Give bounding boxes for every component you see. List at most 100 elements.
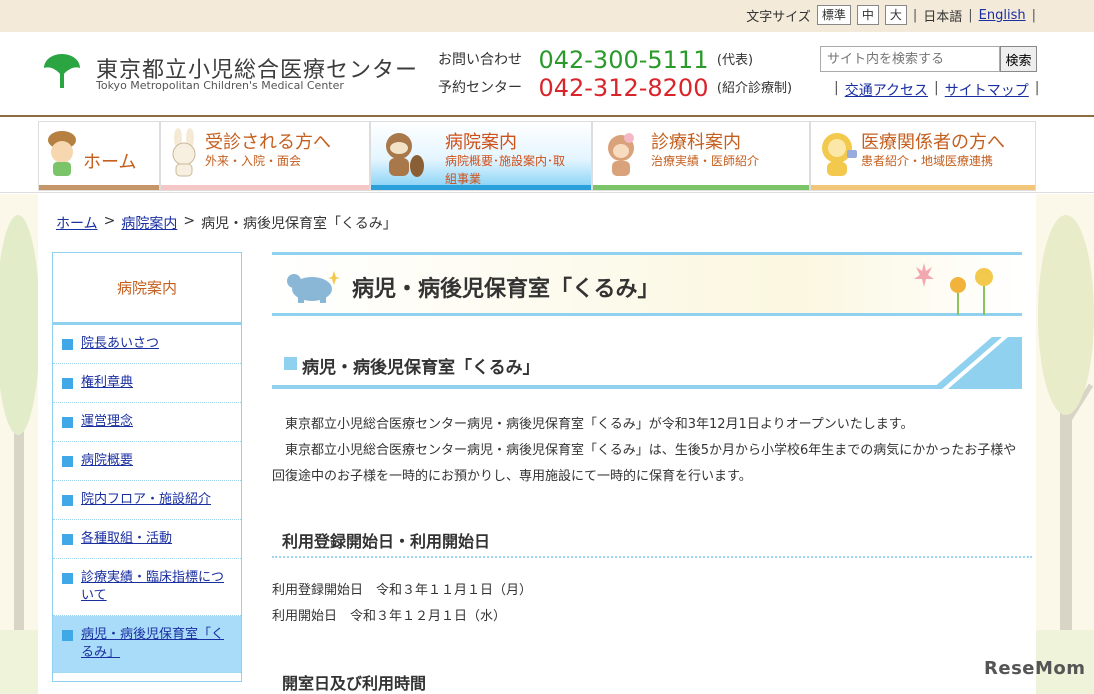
bullet-square-icon: [62, 495, 73, 506]
contact-reservation-note: (紹介診療制): [716, 81, 793, 96]
lion-character-icon: [822, 133, 857, 176]
contact-main-label: お問い合わせ: [438, 52, 522, 68]
nav-home-bar: [39, 185, 159, 190]
breadcrumb: ホーム > 病院案内 > 病児・病後児保育室「くるみ」: [56, 213, 397, 233]
nav-hospital-info-bar: [371, 185, 591, 190]
site-search-button[interactable]: 検索: [1000, 46, 1037, 72]
site-search-input[interactable]: [820, 46, 1000, 72]
hospital-name-english[interactable]: Tokyo Metropolitan Children's Medical Ce…: [96, 79, 344, 92]
bullet-square-icon: [62, 456, 73, 467]
site-header: 東京都立小児総合医療センター Tokyo Metropolitan Childr…: [0, 32, 1094, 117]
nav-patients-bar: [161, 185, 369, 190]
sidebar-item-activities[interactable]: 各種取組・活動: [53, 520, 241, 559]
service-start-date: 利用開始日 令和３年１２月１日（水）: [272, 609, 507, 624]
sidebar-item-label[interactable]: 診療実績・臨床指標について: [81, 570, 224, 603]
separator: |: [934, 80, 939, 96]
page-title-banner: 病児・病後児保育室「くるみ」: [272, 252, 1022, 316]
dates-block: 利用登録開始日 令和３年１１月１日（月） 利用開始日 令和３年１２月１日（水）: [272, 578, 532, 630]
bullet-square-icon: [62, 378, 73, 389]
corner-stripe-decoration: [932, 337, 1022, 389]
sidebar-list: 院長あいさつ 権利章典 運営理念 病院概要 院内フロア・施設紹介 各種取組・活動…: [53, 325, 241, 673]
header-links: | 交通アクセス | サイトマップ |: [834, 80, 1039, 100]
subheading-registration-title: 利用登録開始日・利用開始日: [282, 532, 491, 551]
nav-hospital-info-sub: 病院概要･施設案内･取組事業: [445, 154, 566, 186]
font-size-medium-button[interactable]: 中: [856, 5, 879, 25]
intro-paragraph-1: 東京都立小児総合医療センター病児・病後児保育室「くるみ」が令和3年12月1日より…: [285, 417, 914, 432]
monkey-character-icon: [608, 133, 634, 176]
nav-patients[interactable]: 受診される方へ 外来・入院・面会: [160, 121, 370, 191]
contact-main: お問い合わせ 042-300-5111 (代表): [438, 46, 753, 74]
nav-departments-bar: [593, 185, 809, 190]
utility-bar: 文字サイズ 標準 中 大 | 日本語 | English |: [0, 0, 1094, 32]
separator: |: [1031, 7, 1036, 23]
flowers-icon: [914, 263, 993, 315]
sidebar-item-label[interactable]: 各種取組・活動: [81, 531, 172, 546]
page-title: 病児・病後児保育室「くるみ」: [352, 277, 660, 302]
sitemap-link[interactable]: サイトマップ: [945, 80, 1029, 100]
sidebar-item-results[interactable]: 診療実績・臨床指標について: [53, 559, 241, 616]
breadcrumb-home-link[interactable]: ホーム: [56, 213, 98, 233]
hospital-logo-icon[interactable]: [42, 50, 82, 90]
sidebar-item-floor[interactable]: 院内フロア・施設紹介: [53, 481, 241, 520]
sidebar-item-greeting[interactable]: 院長あいさつ: [53, 325, 241, 364]
sidebar-item-label[interactable]: 運営理念: [81, 414, 133, 429]
nav-departments-title: 診療科案内: [651, 132, 741, 153]
bullet-square-icon: [284, 357, 297, 370]
acorn-character-icon: [48, 131, 76, 176]
section-heading: 病児・病後児保育室「くるみ」: [272, 337, 1022, 389]
contact-reservation-number: 042-312-8200: [538, 74, 709, 102]
nav-professionals-title: 医療関係者の方へ: [861, 132, 1005, 153]
sidebar-item-label[interactable]: 院内フロア・施設紹介: [81, 492, 211, 507]
nav-departments[interactable]: 診療科案内 治療実績・医師紹介: [592, 121, 810, 191]
bullet-square-icon: [62, 630, 73, 641]
nav-home[interactable]: ホーム: [38, 121, 160, 191]
bullet-square-icon: [62, 534, 73, 545]
sidebar-item-label[interactable]: 病院概要: [81, 453, 133, 468]
section-title: 病児・病後児保育室「くるみ」: [302, 358, 540, 378]
sidebar-item-label[interactable]: 病児・病後児保育室「くるみ」: [81, 627, 224, 660]
breadcrumb-current: 病児・病後児保育室「くるみ」: [201, 216, 397, 232]
nav-professionals[interactable]: 医療関係者の方へ 患者紹介・地域医療連携: [810, 121, 1036, 191]
font-size-label: 文字サイズ: [746, 9, 811, 25]
nav-patients-sub: 外来・入院・面会: [205, 154, 302, 168]
bullet-square-icon: [62, 417, 73, 428]
raccoon-dog-character-icon: [386, 133, 424, 177]
bullet-square-icon: [62, 573, 73, 584]
font-size-standard-button[interactable]: 標準: [816, 5, 851, 25]
sidebar-heading: 病院案内: [53, 253, 241, 325]
intro-text: 東京都立小児総合医療センター病児・病後児保育室「くるみ」が令和3年12月1日より…: [272, 412, 1022, 490]
contact-reservation: 予約センター 042-312-8200 (紹介診療制): [438, 74, 792, 102]
breadcrumb-parent-link[interactable]: 病院案内: [121, 213, 177, 233]
language-japanese: 日本語: [923, 9, 963, 25]
sidebar-item-label[interactable]: 院長あいさつ: [81, 336, 159, 351]
breadcrumb-separator: >: [103, 213, 116, 229]
nav-hospital-info-title: 病院案内: [445, 132, 517, 153]
contact-reservation-label: 予約センター: [438, 80, 522, 96]
sidebar-item-kurumi[interactable]: 病児・病後児保育室「くるみ」: [53, 616, 241, 673]
nav-hospital-info[interactable]: 病院案内 病院概要･施設案内･取組事業: [370, 121, 592, 191]
nav-professionals-bar: [811, 185, 1035, 190]
bullet-square-icon: [62, 339, 73, 350]
contact-main-number: 042-300-5111: [538, 46, 709, 74]
nav-departments-sub: 治療実績・医師紹介: [651, 154, 760, 168]
separator: |: [1034, 80, 1040, 96]
nav-home-title: ホーム: [83, 152, 137, 173]
subheading-hours: 開室日及び利用時間: [272, 660, 1032, 694]
nav-professionals-sub: 患者紹介・地域医療連携: [861, 154, 994, 168]
sidebar-item-rights[interactable]: 権利章典: [53, 364, 241, 403]
nav-patients-title: 受診される方へ: [205, 132, 331, 153]
registration-start-date: 利用登録開始日 令和３年１１月１日（月）: [272, 583, 533, 598]
sidebar: 病院案内 院長あいさつ 権利章典 運営理念 病院概要 院内フロア・施設紹介 各種…: [52, 252, 242, 682]
access-link[interactable]: 交通アクセス: [845, 80, 928, 100]
font-size-large-button[interactable]: 大: [884, 5, 907, 25]
language-english-link[interactable]: English: [979, 8, 1026, 23]
bear-icon: [287, 271, 340, 303]
sidebar-item-label[interactable]: 権利章典: [81, 375, 133, 390]
right-tree-decoration: [1038, 215, 1094, 635]
separator: |: [968, 7, 973, 23]
subheading-hours-title: 開室日及び利用時間: [282, 674, 427, 693]
separator: |: [912, 7, 918, 23]
sidebar-item-philosophy[interactable]: 運営理念: [53, 403, 241, 442]
breadcrumb-separator: >: [183, 213, 196, 229]
sidebar-item-overview[interactable]: 病院概要: [53, 442, 241, 481]
